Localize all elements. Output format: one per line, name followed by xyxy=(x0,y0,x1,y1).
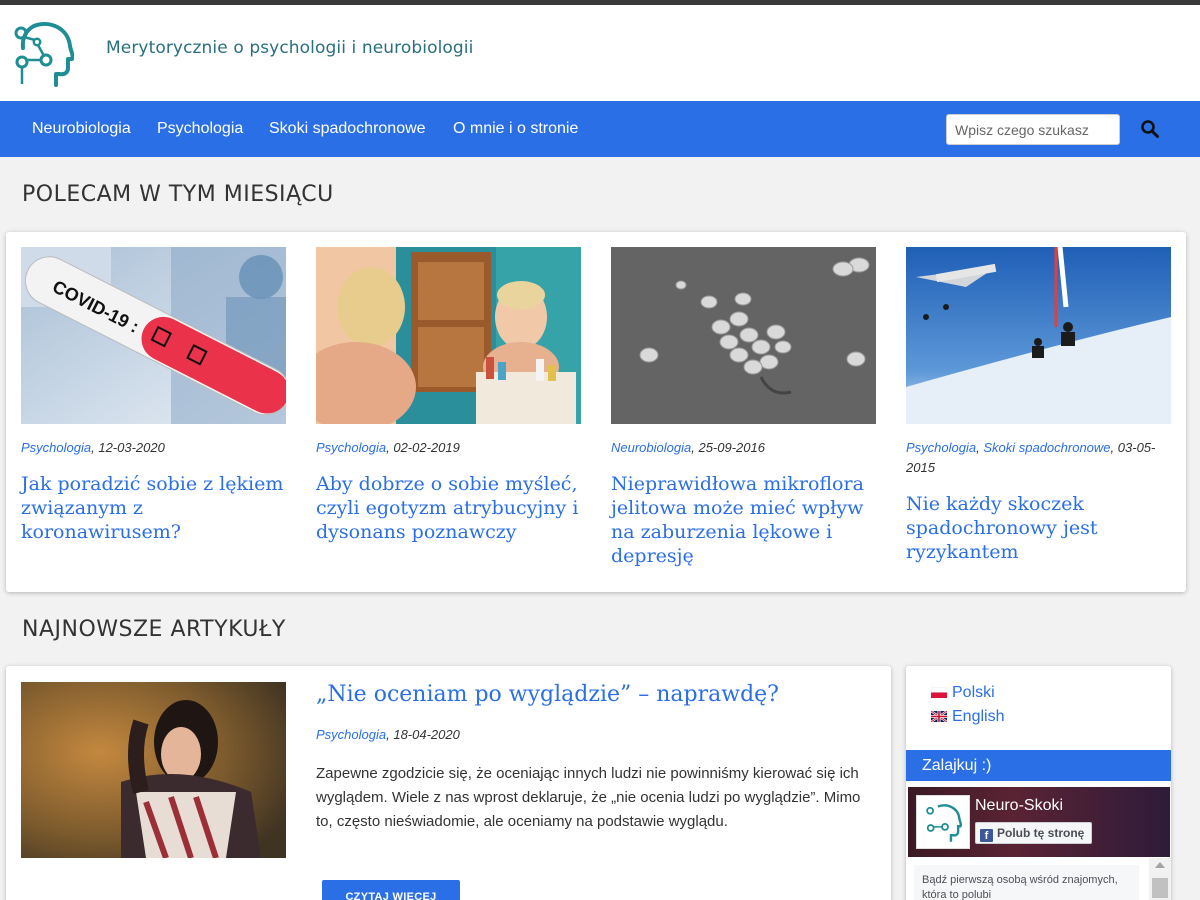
nav-item-psychologia[interactable]: Psychologia xyxy=(157,120,243,138)
scroll-thumb[interactable] xyxy=(1152,878,1168,898)
site-tagline: Merytorycznie o psychologii i neurobiolo… xyxy=(106,38,474,58)
featured-card: COVID-19 : Psychologia, 12-03-2020 Jak p… xyxy=(21,247,286,544)
page-logo-icon[interactable] xyxy=(916,795,970,849)
facebook-page-widget: Neuro-Skoki f Polub tę stronę xyxy=(908,787,1170,857)
read-more-button[interactable]: CZYTAJ WIĘCEJ xyxy=(322,880,460,900)
facebook-icon: f xyxy=(980,829,993,842)
card-image-skydivers[interactable] xyxy=(906,247,1171,424)
nav-item-neurobiologia[interactable]: Neurobiologia xyxy=(32,120,131,138)
article-image-woman-portrait[interactable] xyxy=(21,682,286,858)
gb-flag-icon xyxy=(931,711,947,722)
category-link[interactable]: Psychologia xyxy=(316,440,386,455)
facebook-friends-text: Bądź pierwszą osobą wśród znajomych, któ… xyxy=(914,865,1139,900)
like-label: Polub tę stronę xyxy=(997,826,1085,840)
category-link[interactable]: Psychologia xyxy=(21,440,91,455)
site-logo-icon[interactable] xyxy=(12,18,74,88)
language-label: Polski xyxy=(952,684,995,701)
post-date: 25-09-2016 xyxy=(698,440,765,455)
scroll-up-icon[interactable] xyxy=(1155,862,1165,868)
featured-card: Psychologia, 02-02-2019 Aby dobrze o sob… xyxy=(316,247,581,544)
card-image-woman-mirror[interactable] xyxy=(316,247,581,424)
category-link[interactable]: Skoki spadochronowe xyxy=(983,440,1110,455)
category-link[interactable]: Neurobiologia xyxy=(611,440,691,455)
card-image-covid-test-tube[interactable]: COVID-19 : xyxy=(21,247,286,424)
nav-item-skoki-spadochronowe[interactable]: Skoki spadochronowe xyxy=(269,120,426,138)
language-label: English xyxy=(952,708,1005,725)
featured-card: Psychologia, Skoki spadochronowe, 03-05-… xyxy=(906,247,1171,564)
search-icon[interactable] xyxy=(1140,119,1160,139)
facebook-like-button[interactable]: f Polub tę stronę xyxy=(975,822,1093,844)
featured-section-title: POLECAM W TYM MIESIĄCU xyxy=(22,182,334,207)
category-link[interactable]: Psychologia xyxy=(316,727,386,742)
latest-article: „Nie oceniam po wyglądzie” – naprawdę? P… xyxy=(6,666,891,900)
language-english[interactable]: English xyxy=(931,708,1004,726)
main-nav: Neurobiologia Psychologia Skoki spadochr… xyxy=(0,101,1200,157)
featured-panel: COVID-19 : Psychologia, 12-03-2020 Jak p… xyxy=(6,232,1186,592)
widget-scrollbar[interactable] xyxy=(1149,858,1171,900)
card-meta: Psychologia, Skoki spadochronowe, 03-05-… xyxy=(906,440,1156,475)
site-header: Merytorycznie o psychologii i neurobiolo… xyxy=(0,5,1200,101)
card-title[interactable]: Nie każdy skoczek spadochronowy jest ryz… xyxy=(906,492,1171,564)
language-polski[interactable]: Polski xyxy=(931,684,995,702)
article-excerpt: Zapewne zgodzicie się, że oceniając inny… xyxy=(316,765,861,830)
pl-flag-icon xyxy=(931,687,947,698)
nav-item-o-mnie[interactable]: O mnie i o stronie xyxy=(453,120,578,138)
post-date: 18-04-2020 xyxy=(393,727,460,742)
card-title[interactable]: Nieprawidłowa mikroflora jelitowa może m… xyxy=(611,472,876,568)
facebook-page-name[interactable]: Neuro-Skoki xyxy=(975,797,1063,815)
card-title[interactable]: Jak poradzić sobie z lękiem związanym z … xyxy=(21,472,286,544)
widget-header: Zalajkuj :) xyxy=(906,750,1171,781)
sidebar: Polski English Zalajkuj :) Neuro-Skoki f… xyxy=(906,666,1171,900)
article-title[interactable]: „Nie oceniam po wyglądzie” – naprawdę? xyxy=(316,682,779,707)
featured-card: Neurobiologia, 25-09-2016 Nieprawidłowa … xyxy=(611,247,876,568)
card-meta: Psychologia, 12-03-2020 xyxy=(21,440,165,455)
card-image-bacteria-microscope[interactable] xyxy=(611,247,876,424)
card-meta: Neurobiologia, 25-09-2016 xyxy=(611,440,765,455)
post-date: 12-03-2020 xyxy=(98,440,165,455)
article-meta: Psychologia, 18-04-2020 xyxy=(316,727,460,742)
category-link[interactable]: Psychologia xyxy=(906,440,976,455)
card-meta: Psychologia, 02-02-2019 xyxy=(316,440,460,455)
search-input[interactable] xyxy=(946,114,1120,145)
latest-section-title: NAJNOWSZE ARTYKUŁY xyxy=(22,617,286,642)
card-title[interactable]: Aby dobrze o sobie myśleć, czyli egotyzm… xyxy=(316,472,581,544)
post-date: 02-02-2019 xyxy=(393,440,460,455)
